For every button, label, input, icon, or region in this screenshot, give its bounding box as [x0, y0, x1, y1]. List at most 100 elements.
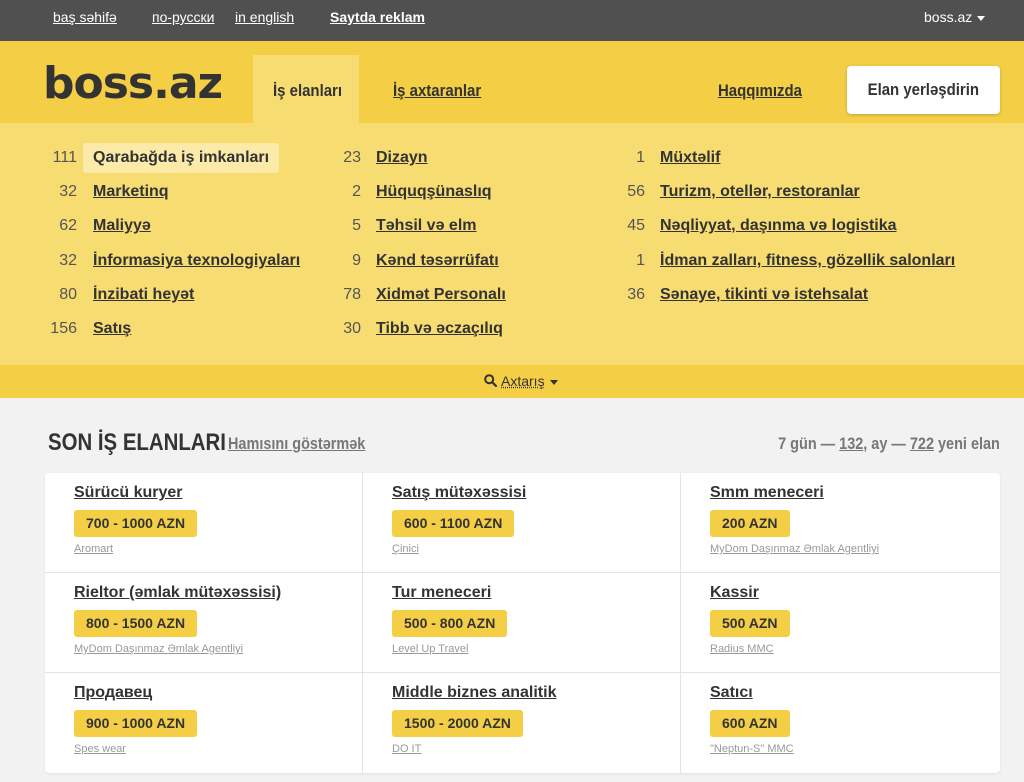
section-title: SON İŞ ELANLARI — [48, 429, 226, 456]
category-count: 45 — [627, 217, 645, 234]
month-count-link[interactable]: 722 — [910, 434, 934, 453]
job-title-link[interactable]: Продавец — [74, 684, 152, 702]
job-card: Kassir 500 AZN Radius MMC — [681, 573, 1000, 673]
category-link[interactable]: Maliyyə — [93, 217, 151, 235]
category-count: 78 — [343, 286, 361, 303]
category-link[interactable]: Tibb və əczaçılıq — [376, 320, 503, 338]
category-count: 36 — [627, 286, 645, 303]
category-count: 2 — [352, 183, 361, 200]
job-title-link[interactable]: Kassir — [710, 584, 759, 602]
russian-link[interactable]: по-русски — [152, 9, 214, 25]
category-count: 1 — [636, 149, 645, 166]
company-link[interactable]: MyDom Daşınmaz Əmlak Agentliyi — [74, 643, 243, 655]
category-link[interactable]: Marketinq — [93, 183, 169, 201]
top-bar: baş səhifə по-русски in english Saytda r… — [0, 0, 1024, 41]
category-link[interactable]: Xidmət Personalı — [376, 286, 506, 304]
stats-mid: , ay — — [863, 434, 906, 453]
job-card: Tur meneceri 500 - 800 AZN Level Up Travel — [363, 573, 681, 673]
category-count: 32 — [59, 183, 77, 200]
salary-badge: 600 - 1100 AZN — [392, 510, 515, 537]
company-link[interactable]: Spes wear — [74, 743, 126, 755]
category-count: 23 — [343, 149, 361, 166]
category-count: 62 — [59, 217, 77, 234]
job-card: Satıcı 600 AZN "Neptun-S" MMC — [681, 673, 1000, 773]
week-count-link[interactable]: 132 — [839, 434, 863, 453]
job-title-link[interactable]: Middle biznes analitik — [392, 684, 556, 702]
chevron-down-icon — [549, 379, 558, 385]
category-count: 80 — [59, 286, 77, 303]
salary-badge: 200 AZN — [710, 510, 790, 537]
job-card: Smm meneceri 200 AZN MyDom Daşınmaz Əmlak … — [681, 473, 1000, 573]
job-title-link[interactable]: Smm meneceri — [710, 484, 824, 502]
category-count: 32 — [59, 252, 77, 269]
category-link[interactable]: İnformasiya texnologiyaları — [93, 252, 300, 270]
category-link[interactable]: İnzibati heyət — [93, 286, 194, 304]
job-stats: 7 gün — 132, ay — 722 yeni elan — [778, 434, 1000, 454]
category-link[interactable]: Hüquqşünaslıq — [376, 183, 492, 201]
company-link[interactable]: "Neptun-S" MMC — [710, 743, 794, 755]
company-link[interactable]: Çinici — [392, 543, 419, 555]
home-link[interactable]: baş səhifə — [53, 9, 117, 25]
category-link[interactable]: Sənaye, tikinti və istehsalat — [660, 286, 868, 304]
show-all-link[interactable]: Hamısını göstərmək — [228, 434, 365, 454]
category-link[interactable]: Dizayn — [376, 149, 428, 167]
category-count: 30 — [343, 320, 361, 337]
search-toggle-bar: Axtarış — [0, 365, 1024, 398]
salary-badge: 1500 - 2000 AZN — [392, 710, 523, 737]
stats-suffix: yeni elan — [938, 434, 1000, 453]
category-link[interactable]: Qarabağda iş imkanları — [83, 143, 280, 173]
company-link[interactable]: Level Up Travel — [392, 643, 468, 655]
company-link[interactable]: Aromart — [74, 543, 113, 555]
category-count: 56 — [627, 183, 645, 200]
category-link[interactable]: Satış — [93, 320, 131, 338]
chevron-down-icon — [977, 15, 986, 21]
search-toggle-label: Axtarış — [501, 373, 545, 389]
company-link[interactable]: MyDom Daşınmaz Əmlak Agentliyi — [710, 543, 879, 555]
category-link[interactable]: Kənd təsərrüfatı — [376, 252, 499, 270]
header: boss.az İş elanları İş axtaranlar Haqqım… — [0, 41, 1024, 123]
salary-badge: 900 - 1000 AZN — [74, 710, 198, 737]
job-title-link[interactable]: Tur meneceri — [392, 584, 491, 602]
job-title-link[interactable]: Sürücü kuryer — [74, 484, 182, 502]
category-count: 5 — [352, 217, 361, 234]
salary-badge: 500 AZN — [710, 610, 790, 637]
job-grid: Sürücü kuryer 700 - 1000 AZN Aromart Satış… — [45, 473, 1000, 773]
job-title-link[interactable]: Rieltor (əmlak mütəxəssisi) — [74, 584, 281, 602]
logo[interactable]: boss.az — [43, 62, 223, 106]
about-link[interactable]: Haqqımızda — [718, 81, 802, 101]
salary-badge: 500 - 800 AZN — [392, 610, 508, 637]
site-menu-label: boss.az — [924, 9, 973, 25]
salary-badge: 800 - 1500 AZN — [74, 610, 198, 637]
job-card: Satış mütəxəssisi 600 - 1100 AZN Çinici — [363, 473, 681, 573]
search-icon — [484, 374, 498, 388]
job-title-link[interactable]: Satış mütəxəssisi — [392, 484, 526, 502]
job-title-link[interactable]: Satıcı — [710, 684, 753, 702]
post-ad-button[interactable]: Elan yerləşdirin — [847, 66, 1000, 114]
category-count: 1 — [636, 252, 645, 269]
ads-link[interactable]: Saytda reklam — [330, 9, 425, 25]
job-card: Middle biznes analitik 1500 - 2000 AZN DO … — [363, 673, 681, 773]
job-card: Rieltor (əmlak mütəxəssisi) 800 - 1500 AZ… — [45, 573, 363, 673]
category-count: 111 — [52, 149, 77, 166]
company-link[interactable]: DO IT — [392, 743, 421, 755]
category-count: 9 — [352, 252, 361, 269]
category-link[interactable]: İdman zalları, fitness, gözəllik salonla… — [660, 252, 955, 270]
tab-seekers[interactable]: İş axtaranlar — [393, 81, 481, 101]
company-link[interactable]: Radius MMC — [710, 643, 774, 655]
tab-jobs[interactable]: İş elanları — [273, 81, 342, 101]
category-count: 156 — [50, 320, 77, 337]
english-link[interactable]: in english — [235, 9, 294, 25]
post-ad-label: Elan yerləşdirin — [867, 80, 980, 99]
category-link[interactable]: Müxtəlif — [660, 149, 720, 167]
category-link[interactable]: Nəqliyyat, daşınma və logistika — [660, 217, 897, 235]
stats-prefix: 7 gün — — [778, 434, 836, 453]
category-link[interactable]: Təhsil və elm — [376, 217, 477, 235]
category-link[interactable]: Turizm, otellər, restoranlar — [660, 183, 860, 201]
job-card: Продавец 900 - 1000 AZN Spes wear — [45, 673, 363, 773]
salary-badge: 600 AZN — [710, 710, 790, 737]
salary-badge: 700 - 1000 AZN — [74, 510, 198, 537]
job-card: Sürücü kuryer 700 - 1000 AZN Aromart — [45, 473, 363, 573]
search-toggle[interactable]: Axtarış — [484, 373, 558, 389]
site-menu[interactable]: boss.az — [924, 9, 986, 25]
categories-panel: 111 Qarabağda iş imkanları 32 Marketinq 62… — [0, 123, 1024, 365]
